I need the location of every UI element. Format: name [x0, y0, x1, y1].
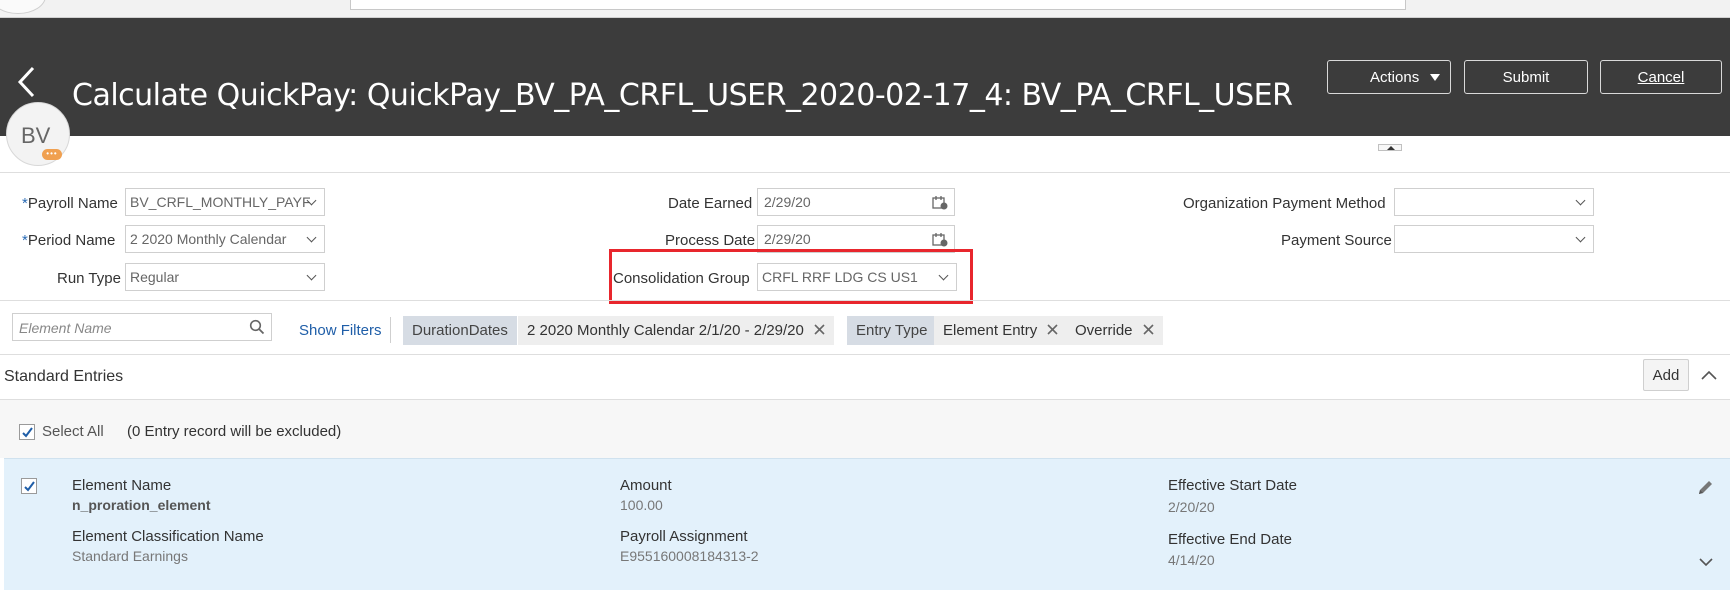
element-name-label: Element Name — [72, 477, 172, 494]
page-header: Calculate QuickPay: QuickPay_BV_PA_CRFL_… — [0, 18, 1730, 136]
pencil-icon[interactable] — [1696, 479, 1714, 497]
add-button[interactable]: Add — [1643, 359, 1689, 391]
filter-chip-element-entry[interactable]: Element Entry — [934, 316, 1068, 345]
element-classification-label: Element Classification Name — [72, 528, 264, 545]
page-title: Calculate QuickPay: QuickPay_BV_PA_CRFL_… — [72, 78, 1293, 113]
filter-chip-override[interactable]: Override — [1066, 316, 1163, 345]
effective-start-date-value: 2/20/20 — [1168, 499, 1215, 515]
close-icon[interactable] — [813, 323, 826, 336]
calendar-icon[interactable] — [932, 232, 948, 247]
element-classification-value: Standard Earnings — [72, 548, 188, 564]
actions-label: Actions — [1370, 68, 1420, 86]
checkmark-icon — [24, 481, 35, 492]
submit-button[interactable]: Submit — [1464, 60, 1588, 94]
effective-end-date-value: 4/14/20 — [1168, 552, 1215, 568]
caret-down-icon — [1430, 74, 1440, 81]
chevron-down-icon[interactable] — [1698, 556, 1714, 568]
run-type-select[interactable]: Regular — [125, 263, 325, 291]
highlight-box — [609, 249, 973, 304]
close-icon[interactable] — [1142, 323, 1155, 336]
filter-chip-label-duration: DurationDates — [403, 316, 517, 345]
divider — [0, 172, 1730, 173]
amount-label: Amount — [620, 477, 672, 494]
amount-value: 100.00 — [620, 497, 663, 513]
collapse-header-handle[interactable] — [1378, 144, 1402, 151]
actions-menu-button[interactable]: Actions — [1327, 60, 1451, 94]
divider — [0, 300, 1730, 301]
date-earned-input[interactable]: 2/29/20 — [757, 188, 955, 216]
show-filters-link[interactable]: Show Filters — [299, 322, 382, 339]
avatar-more-badge[interactable]: ••• — [42, 149, 62, 160]
browser-address-bar[interactable] — [350, 0, 1406, 10]
payroll-assignment-value: E955160008184313-2 — [620, 548, 759, 564]
chevron-up-icon[interactable] — [1700, 368, 1718, 382]
chevron-down-icon — [306, 232, 317, 243]
filter-chip-label-entry-type: Entry Type — [847, 316, 937, 345]
browser-profile-circle — [0, 0, 46, 14]
avatar-initials: BV — [21, 123, 51, 148]
excluded-note: (0 Entry record will be excluded) — [127, 423, 342, 440]
org-payment-method-select[interactable] — [1394, 188, 1594, 216]
close-icon[interactable] — [1046, 323, 1059, 336]
payroll-assignment-label: Payroll Assignment — [620, 528, 748, 545]
period-name-label: *Period Name — [22, 232, 116, 249]
filter-chip-duration-value[interactable]: 2 2020 Monthly Calendar 2/1/20 - 2/29/20 — [518, 316, 834, 345]
list-item[interactable] — [4, 458, 1730, 590]
calendar-icon[interactable] — [932, 195, 948, 210]
payment-source-select[interactable] — [1394, 225, 1594, 253]
browser-strip — [0, 0, 1730, 18]
element-name-search-input[interactable]: Element Name — [12, 313, 272, 341]
entry-checkbox[interactable] — [21, 478, 37, 494]
payroll-name-label: *Payroll Name — [22, 195, 118, 212]
date-earned-label: Date Earned — [668, 195, 753, 212]
cancel-button[interactable]: Cancel — [1600, 60, 1722, 94]
process-date-label: Process Date — [665, 232, 756, 249]
search-icon[interactable] — [249, 319, 265, 335]
payroll-name-select[interactable]: BV_CRFL_MONTHLY_PAYF — [125, 188, 325, 216]
element-name-value: n_proration_element — [72, 497, 211, 513]
back-arrow-icon[interactable] — [12, 62, 42, 102]
section-title-standard-entries: Standard Entries — [4, 368, 124, 385]
org-payment-method-label: Organization Payment Method — [1183, 195, 1386, 212]
chevron-down-icon — [1575, 232, 1586, 243]
divider — [0, 354, 1730, 355]
chevron-down-icon — [1575, 195, 1586, 206]
payment-source-label: Payment Source — [1281, 232, 1392, 249]
select-all-label: Select All — [42, 423, 104, 440]
checkmark-icon — [22, 427, 33, 438]
select-all-checkbox[interactable] — [19, 424, 35, 440]
chevron-down-icon — [306, 270, 317, 281]
effective-start-date-label: Effective Start Date — [1168, 477, 1297, 494]
period-name-select[interactable]: 2 2020 Monthly Calendar — [125, 225, 325, 253]
run-type-label: Run Type — [57, 270, 121, 287]
divider — [390, 317, 391, 343]
effective-end-date-label: Effective End Date — [1168, 531, 1292, 548]
